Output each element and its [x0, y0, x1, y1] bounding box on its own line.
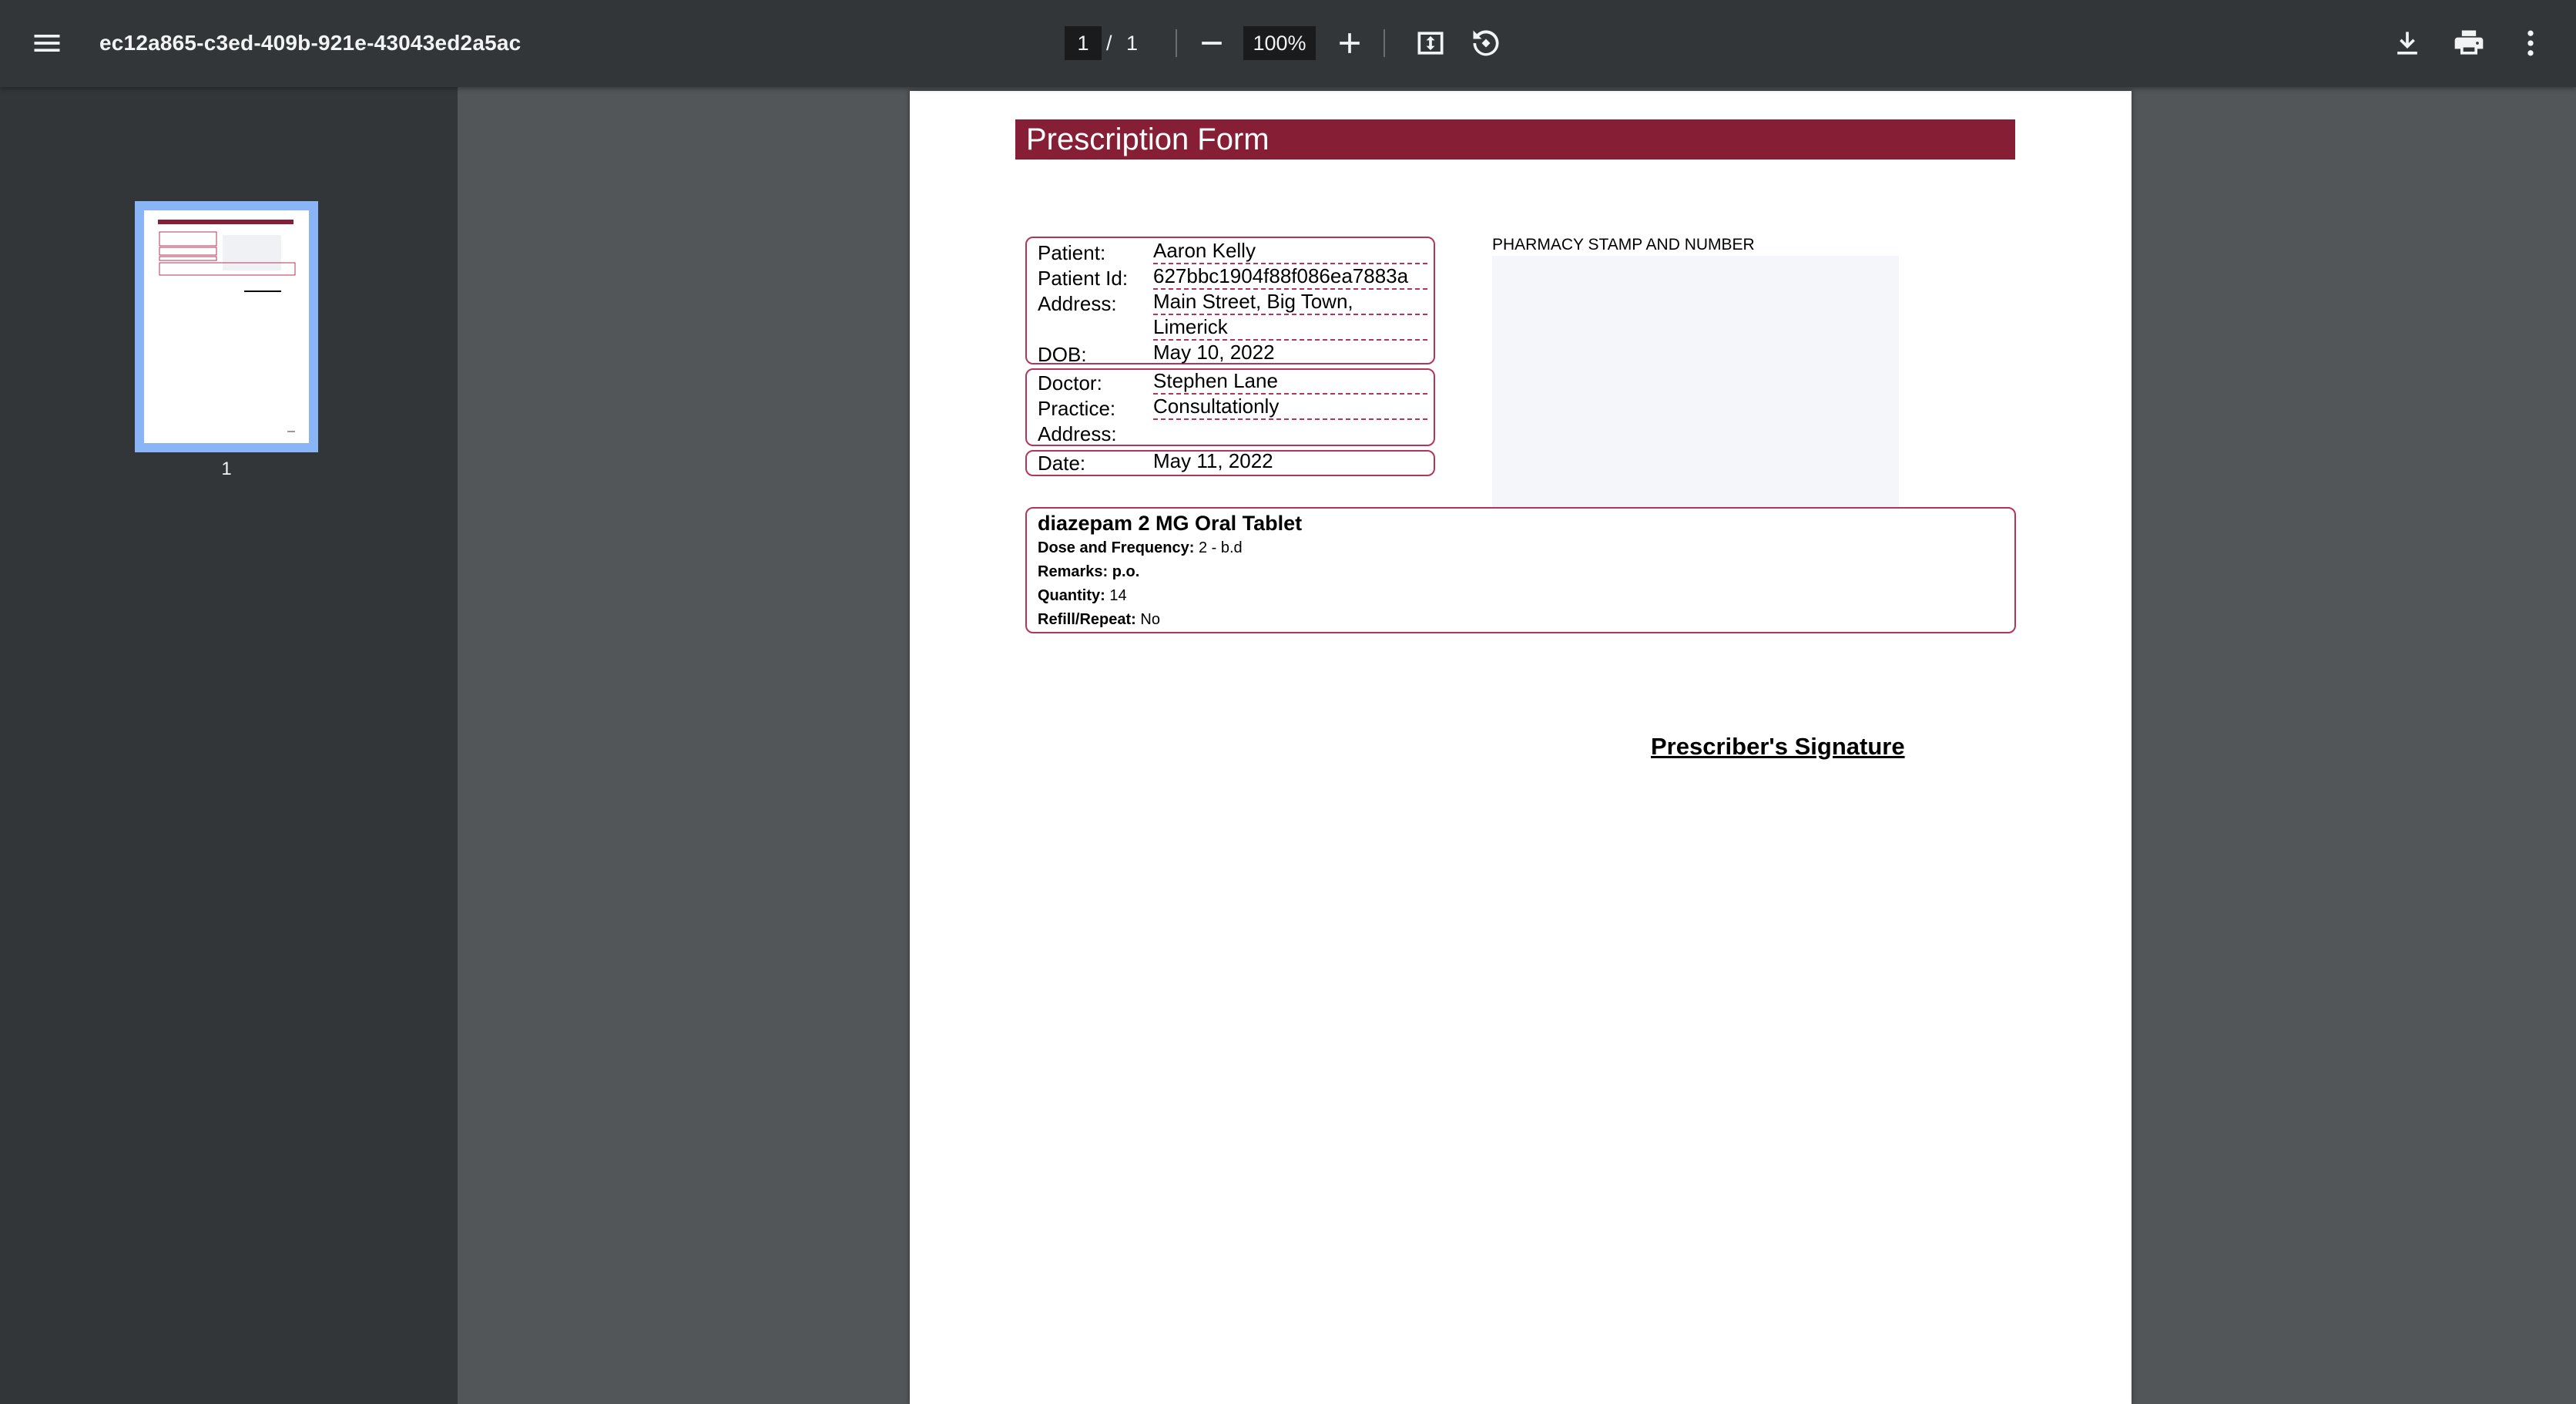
- medication-name: diazepam 2 MG Oral Tablet: [1038, 512, 1303, 535]
- dose-value: 2 - b.d: [1198, 539, 1243, 556]
- doctor-value: Stephen Lane: [1153, 368, 1427, 395]
- page-thumbnail[interactable]: [135, 201, 318, 452]
- medication-box: diazepam 2 MG Oral Tablet Dose and Frequ…: [1025, 507, 2016, 633]
- remarks-line: Remarks: p.o.: [1038, 563, 1139, 581]
- patient-name-value: Aaron Kelly: [1153, 238, 1427, 264]
- download-icon[interactable]: [2386, 22, 2429, 65]
- pdf-page: Prescription Form Patient: Aaron Kelly P…: [910, 91, 2132, 1404]
- patient-id-value: 627bbc1904f88f086ea7883a: [1153, 264, 1427, 290]
- quantity-label: Quantity:: [1038, 587, 1105, 604]
- thumbnail-sidebar: 1: [0, 87, 458, 1404]
- thumbnail-page-preview: [144, 210, 309, 443]
- thumbnail-page-number: 1: [221, 458, 232, 479]
- date-label: Date:: [1038, 452, 1086, 475]
- plus-icon[interactable]: [1328, 22, 1371, 65]
- dose-line: Dose and Frequency: 2 - b.d: [1038, 539, 1243, 557]
- total-pages: 1: [1126, 32, 1139, 55]
- quantity-line: Quantity: 14: [1038, 587, 1127, 605]
- patient-name-label: Patient:: [1038, 241, 1106, 264]
- more-vert-icon[interactable]: [2509, 22, 2552, 65]
- patient-info-box: Patient: Aaron Kelly Patient Id: 627bbc1…: [1025, 237, 1435, 366]
- refill-label: Refill/Repeat:: [1038, 611, 1136, 628]
- doctor-label: Doctor:: [1038, 371, 1102, 395]
- toolbar-divider: [1384, 29, 1385, 57]
- pharmacy-stamp-area: [1492, 256, 1899, 516]
- form-title: Prescription Form: [1015, 119, 2015, 160]
- practice-address-value: [1153, 419, 1427, 444]
- date-box: Date: May 11, 2022: [1025, 449, 1435, 476]
- rotate-icon[interactable]: [1464, 22, 1508, 65]
- toolbar-divider: [1176, 29, 1177, 57]
- current-page-input[interactable]: 1: [1065, 26, 1102, 60]
- patient-address-line2: Limerick: [1153, 314, 1427, 341]
- patient-dob-label: DOB:: [1038, 343, 1087, 366]
- zoom-level-input[interactable]: 100%: [1243, 26, 1316, 60]
- pdf-toolbar: ec12a865-c3ed-409b-921e-43043ed2a5ac 1 /…: [0, 0, 2576, 87]
- refill-value: No: [1140, 611, 1160, 628]
- date-value: May 11, 2022: [1153, 449, 1273, 472]
- document-title: ec12a865-c3ed-409b-921e-43043ed2a5ac: [99, 31, 522, 55]
- remarks-label: Remarks:: [1038, 563, 1109, 580]
- patient-dob-value: May 10, 2022: [1153, 341, 1275, 364]
- patient-address-label: Address:: [1038, 292, 1117, 315]
- dose-label: Dose and Frequency:: [1038, 539, 1195, 556]
- quantity-value: 14: [1109, 587, 1127, 604]
- practice-label: Practice:: [1038, 397, 1116, 420]
- refill-line: Refill/Repeat: No: [1038, 611, 1160, 629]
- practice-address-label: Address:: [1038, 422, 1117, 445]
- pharmacy-stamp-label: PHARMACY STAMP AND NUMBER: [1492, 236, 1755, 254]
- remarks-value: p.o.: [1112, 563, 1140, 580]
- minus-icon[interactable]: [1190, 22, 1233, 65]
- patient-id-label: Patient Id:: [1038, 267, 1129, 290]
- prescriber-signature-label: Prescriber's Signature: [1651, 733, 1905, 760]
- doctor-info-box: Doctor: Stephen Lane Practice: Consultat…: [1025, 368, 1435, 446]
- practice-value: Consultationly: [1153, 394, 1427, 420]
- print-icon[interactable]: [2447, 22, 2490, 65]
- page-separator: /: [1106, 32, 1112, 55]
- menu-icon[interactable]: [25, 22, 69, 65]
- fit-page-icon[interactable]: [1409, 22, 1452, 65]
- patient-address-line1: Main Street, Big Town,: [1153, 289, 1427, 315]
